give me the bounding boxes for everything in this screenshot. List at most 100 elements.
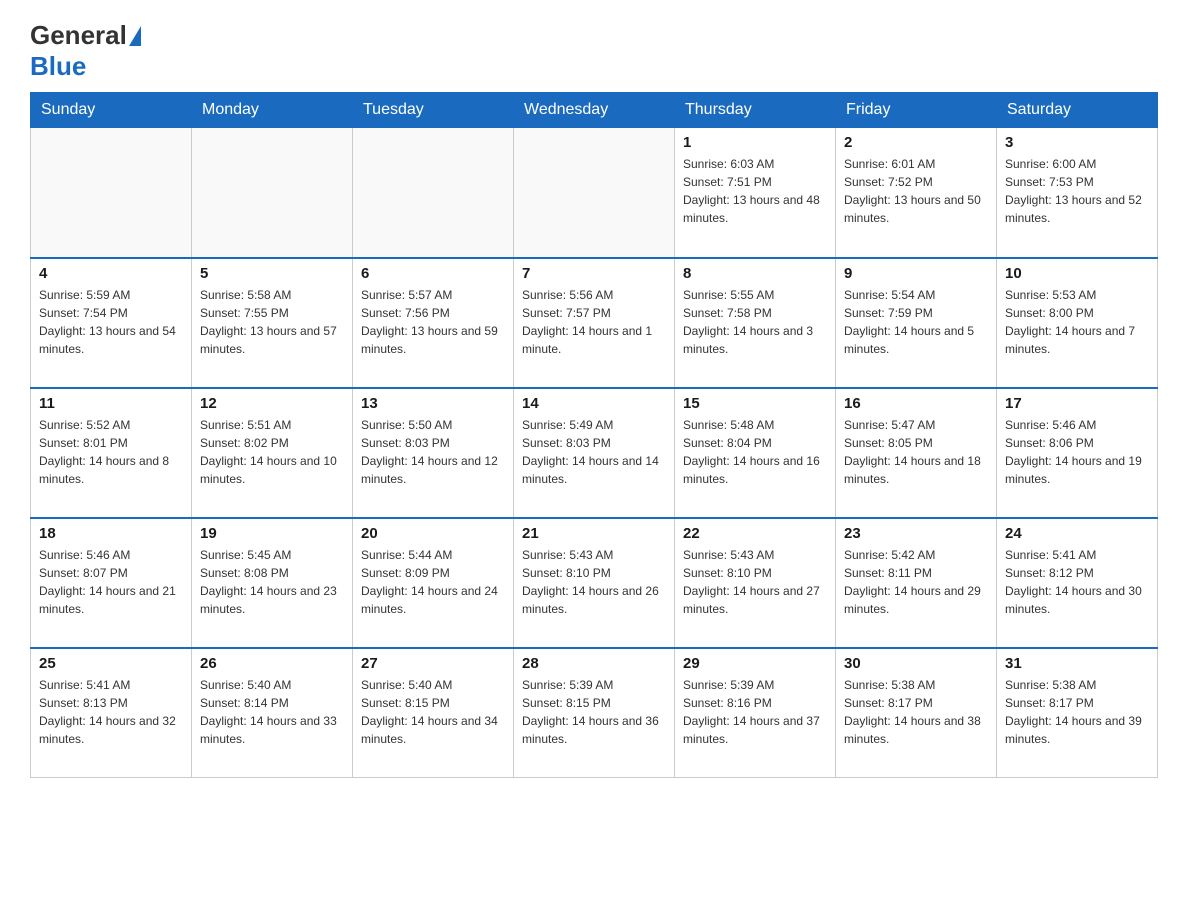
- day-number: 27: [361, 655, 505, 672]
- calendar-cell: 10 Sunrise: 5:53 AM Sunset: 8:00 PM Dayli…: [997, 258, 1158, 388]
- calendar-header-row: SundayMondayTuesdayWednesdayThursdayFrid…: [31, 93, 1158, 128]
- day-number: 8: [683, 265, 827, 282]
- day-info: Sunrise: 5:39 AM Sunset: 8:15 PM Dayligh…: [522, 676, 666, 748]
- day-info: Sunrise: 5:50 AM Sunset: 8:03 PM Dayligh…: [361, 416, 505, 488]
- day-number: 7: [522, 265, 666, 282]
- day-number: 24: [1005, 525, 1149, 542]
- day-info: Sunrise: 5:41 AM Sunset: 8:12 PM Dayligh…: [1005, 546, 1149, 618]
- day-number: 22: [683, 525, 827, 542]
- day-info: Sunrise: 5:46 AM Sunset: 8:07 PM Dayligh…: [39, 546, 183, 618]
- calendar-table: SundayMondayTuesdayWednesdayThursdayFrid…: [30, 92, 1158, 778]
- calendar-cell: 7Sunrise: 5:56 AM Sunset: 7:57 PM Daylig…: [514, 258, 675, 388]
- day-info: Sunrise: 5:48 AM Sunset: 8:04 PM Dayligh…: [683, 416, 827, 488]
- calendar-cell: 15 Sunrise: 5:48 AM Sunset: 8:04 PM Dayli…: [675, 388, 836, 518]
- calendar-cell: [353, 128, 514, 258]
- day-info: Sunrise: 5:43 AM Sunset: 8:10 PM Dayligh…: [522, 546, 666, 618]
- calendar-cell: 26Sunrise: 5:40 AM Sunset: 8:14 PM Dayli…: [192, 648, 353, 778]
- day-header-wednesday: Wednesday: [514, 93, 675, 128]
- day-info: Sunrise: 5:51 AM Sunset: 8:02 PM Dayligh…: [200, 416, 344, 488]
- day-header-friday: Friday: [836, 93, 997, 128]
- day-info: Sunrise: 5:52 AM Sunset: 8:01 PM Dayligh…: [39, 416, 183, 488]
- calendar-week-row: 25Sunrise: 5:41 AM Sunset: 8:13 PM Dayli…: [31, 648, 1158, 778]
- day-info: Sunrise: 6:00 AM Sunset: 7:53 PM Dayligh…: [1005, 155, 1149, 227]
- day-info: Sunrise: 5:42 AM Sunset: 8:11 PM Dayligh…: [844, 546, 988, 618]
- day-header-sunday: Sunday: [31, 93, 192, 128]
- day-info: Sunrise: 5:39 AM Sunset: 8:16 PM Dayligh…: [683, 676, 827, 748]
- calendar-cell: 28 Sunrise: 5:39 AM Sunset: 8:15 PM Dayli…: [514, 648, 675, 778]
- day-number: 5: [200, 265, 344, 282]
- day-info: Sunrise: 5:43 AM Sunset: 8:10 PM Dayligh…: [683, 546, 827, 618]
- day-info: Sunrise: 5:55 AM Sunset: 7:58 PM Dayligh…: [683, 286, 827, 358]
- day-number: 10: [1005, 265, 1149, 282]
- day-number: 14: [522, 395, 666, 412]
- day-number: 26: [200, 655, 344, 672]
- day-info: Sunrise: 6:01 AM Sunset: 7:52 PM Dayligh…: [844, 155, 988, 227]
- day-info: Sunrise: 5:38 AM Sunset: 8:17 PM Dayligh…: [1005, 676, 1149, 748]
- logo-general-text: General: [30, 20, 127, 51]
- calendar-week-row: 11 Sunrise: 5:52 AM Sunset: 8:01 PM Dayli…: [31, 388, 1158, 518]
- calendar-cell: 30 Sunrise: 5:38 AM Sunset: 8:17 PM Dayli…: [836, 648, 997, 778]
- calendar-cell: 16 Sunrise: 5:47 AM Sunset: 8:05 PM Dayli…: [836, 388, 997, 518]
- day-number: 3: [1005, 134, 1149, 151]
- calendar-cell: 23 Sunrise: 5:42 AM Sunset: 8:11 PM Dayli…: [836, 518, 997, 648]
- day-number: 2: [844, 134, 988, 151]
- day-header-saturday: Saturday: [997, 93, 1158, 128]
- day-info: Sunrise: 5:54 AM Sunset: 7:59 PM Dayligh…: [844, 286, 988, 358]
- calendar-cell: [192, 128, 353, 258]
- day-info: Sunrise: 5:46 AM Sunset: 8:06 PM Dayligh…: [1005, 416, 1149, 488]
- calendar-cell: 5 Sunrise: 5:58 AM Sunset: 7:55 PM Daylig…: [192, 258, 353, 388]
- calendar-cell: 20Sunrise: 5:44 AM Sunset: 8:09 PM Dayli…: [353, 518, 514, 648]
- day-info: Sunrise: 5:58 AM Sunset: 7:55 PM Dayligh…: [200, 286, 344, 358]
- day-number: 21: [522, 525, 666, 542]
- calendar-week-row: 1 Sunrise: 6:03 AM Sunset: 7:51 PM Daylig…: [31, 128, 1158, 258]
- calendar-cell: 4Sunrise: 5:59 AM Sunset: 7:54 PM Daylig…: [31, 258, 192, 388]
- calendar-cell: [31, 128, 192, 258]
- day-header-thursday: Thursday: [675, 93, 836, 128]
- calendar-cell: 27 Sunrise: 5:40 AM Sunset: 8:15 PM Dayli…: [353, 648, 514, 778]
- day-number: 30: [844, 655, 988, 672]
- day-info: Sunrise: 5:40 AM Sunset: 8:15 PM Dayligh…: [361, 676, 505, 748]
- calendar-cell: 31 Sunrise: 5:38 AM Sunset: 8:17 PM Dayli…: [997, 648, 1158, 778]
- day-number: 31: [1005, 655, 1149, 672]
- day-info: Sunrise: 5:38 AM Sunset: 8:17 PM Dayligh…: [844, 676, 988, 748]
- calendar-cell: 3 Sunrise: 6:00 AM Sunset: 7:53 PM Daylig…: [997, 128, 1158, 258]
- logo-blue-text: Blue: [30, 51, 86, 82]
- day-number: 9: [844, 265, 988, 282]
- day-info: Sunrise: 5:41 AM Sunset: 8:13 PM Dayligh…: [39, 676, 183, 748]
- calendar-cell: 14 Sunrise: 5:49 AM Sunset: 8:03 PM Dayli…: [514, 388, 675, 518]
- day-number: 6: [361, 265, 505, 282]
- calendar-cell: 1 Sunrise: 6:03 AM Sunset: 7:51 PM Daylig…: [675, 128, 836, 258]
- calendar-cell: 18 Sunrise: 5:46 AM Sunset: 8:07 PM Dayli…: [31, 518, 192, 648]
- calendar-cell: 8 Sunrise: 5:55 AM Sunset: 7:58 PM Daylig…: [675, 258, 836, 388]
- day-number: 1: [683, 134, 827, 151]
- day-info: Sunrise: 5:49 AM Sunset: 8:03 PM Dayligh…: [522, 416, 666, 488]
- day-header-tuesday: Tuesday: [353, 93, 514, 128]
- calendar-cell: 25Sunrise: 5:41 AM Sunset: 8:13 PM Dayli…: [31, 648, 192, 778]
- calendar-cell: 22 Sunrise: 5:43 AM Sunset: 8:10 PM Dayli…: [675, 518, 836, 648]
- calendar-cell: 6Sunrise: 5:57 AM Sunset: 7:56 PM Daylig…: [353, 258, 514, 388]
- calendar-cell: 12Sunrise: 5:51 AM Sunset: 8:02 PM Dayli…: [192, 388, 353, 518]
- day-number: 28: [522, 655, 666, 672]
- day-number: 23: [844, 525, 988, 542]
- day-info: Sunrise: 5:53 AM Sunset: 8:00 PM Dayligh…: [1005, 286, 1149, 358]
- day-info: Sunrise: 5:45 AM Sunset: 8:08 PM Dayligh…: [200, 546, 344, 618]
- logo-triangle-icon: [129, 26, 141, 46]
- day-info: Sunrise: 6:03 AM Sunset: 7:51 PM Dayligh…: [683, 155, 827, 227]
- calendar-cell: 17 Sunrise: 5:46 AM Sunset: 8:06 PM Dayli…: [997, 388, 1158, 518]
- calendar-cell: 9 Sunrise: 5:54 AM Sunset: 7:59 PM Daylig…: [836, 258, 997, 388]
- calendar-cell: 29 Sunrise: 5:39 AM Sunset: 8:16 PM Dayli…: [675, 648, 836, 778]
- day-info: Sunrise: 5:47 AM Sunset: 8:05 PM Dayligh…: [844, 416, 988, 488]
- day-header-monday: Monday: [192, 93, 353, 128]
- day-number: 19: [200, 525, 344, 542]
- day-number: 29: [683, 655, 827, 672]
- day-number: 16: [844, 395, 988, 412]
- day-info: Sunrise: 5:44 AM Sunset: 8:09 PM Dayligh…: [361, 546, 505, 618]
- calendar-week-row: 18 Sunrise: 5:46 AM Sunset: 8:07 PM Dayli…: [31, 518, 1158, 648]
- logo: General Blue: [30, 20, 143, 82]
- day-number: 15: [683, 395, 827, 412]
- day-number: 18: [39, 525, 183, 542]
- day-number: 13: [361, 395, 505, 412]
- day-number: 17: [1005, 395, 1149, 412]
- calendar-cell: 11 Sunrise: 5:52 AM Sunset: 8:01 PM Dayli…: [31, 388, 192, 518]
- day-number: 11: [39, 395, 183, 412]
